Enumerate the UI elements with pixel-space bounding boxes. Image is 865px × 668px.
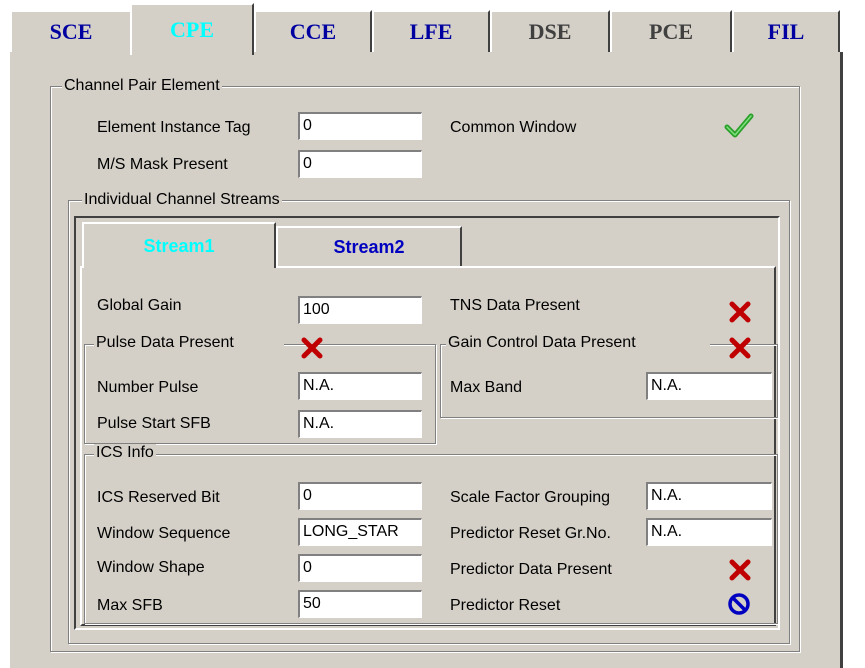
max-band-field[interactable]: N.A. — [645, 371, 773, 401]
checkmark-icon — [724, 113, 754, 138]
number-pulse-label: Number Pulse — [97, 379, 199, 396]
ics-info-title: ICS Info — [94, 444, 156, 462]
max-sfb-label: Max SFB — [97, 597, 163, 614]
element-instance-tag-field[interactable]: 0 — [297, 111, 423, 141]
tab-pce[interactable]: PCE — [610, 10, 732, 52]
global-gain-field[interactable]: 100 — [297, 295, 423, 325]
tns-data-present-label: TNS Data Present — [450, 297, 580, 314]
common-window-label: Common Window — [450, 119, 577, 136]
cross-icon — [301, 337, 323, 359]
predictor-reset-gr-no-field[interactable]: N.A. — [645, 517, 773, 547]
channel-pair-element-title: Channel Pair Element — [62, 77, 222, 95]
number-pulse-field[interactable]: N.A. — [297, 371, 423, 401]
no-entry-icon — [728, 593, 750, 615]
element-tab-bar: SCE CPE CCE LFE DSE PCE FIL — [0, 0, 865, 60]
window-shape-label: Window Shape — [97, 559, 205, 576]
tab-stream2[interactable]: Stream2 — [276, 226, 462, 266]
gain-control-data-present-title: Gain Control Data Present — [446, 334, 710, 352]
scale-factor-grouping-label: Scale Factor Grouping — [450, 489, 611, 506]
predictor-reset-gr-no-label: Predictor Reset Gr.No. — [450, 525, 611, 542]
predictor-reset-label: Predictor Reset — [450, 597, 561, 614]
max-sfb-field[interactable]: 50 — [297, 589, 423, 619]
tab-sce[interactable]: SCE — [10, 10, 132, 52]
panel-edge — [840, 52, 843, 668]
predictor-data-present-label: Predictor Data Present — [450, 561, 612, 578]
ics-reserved-bit-label: ICS Reserved Bit — [97, 489, 220, 506]
pulse-data-present-title: Pulse Data Present — [94, 334, 284, 352]
max-band-label: Max Band — [450, 379, 523, 396]
tab-lfe[interactable]: LFE — [372, 10, 490, 52]
cross-icon — [729, 559, 751, 581]
pulse-start-sfb-label: Pulse Start SFB — [97, 415, 211, 432]
cross-icon — [729, 337, 751, 359]
scale-factor-grouping-field[interactable]: N.A. — [645, 481, 773, 511]
tab-fil[interactable]: FIL — [732, 10, 840, 52]
window-shape-field[interactable]: 0 — [297, 553, 423, 583]
pulse-start-sfb-field[interactable]: N.A. — [297, 409, 423, 439]
ms-mask-present-field[interactable]: 0 — [297, 149, 423, 179]
individual-channel-streams-title: Individual Channel Streams — [82, 191, 282, 209]
ics-reserved-bit-field[interactable]: 0 — [297, 481, 423, 511]
global-gain-label: Global Gain — [97, 297, 182, 314]
element-instance-tag-label: Element Instance Tag — [97, 119, 251, 136]
ms-mask-present-label: M/S Mask Present — [97, 156, 228, 173]
tab-dse[interactable]: DSE — [490, 10, 610, 52]
tab-stream1[interactable]: Stream1 — [82, 222, 276, 268]
tab-cpe[interactable]: CPE — [130, 3, 254, 55]
window-sequence-label: Window Sequence — [97, 525, 231, 542]
tab-cce[interactable]: CCE — [254, 10, 372, 52]
window-sequence-field[interactable]: LONG_STAR — [297, 517, 423, 547]
cross-icon — [729, 301, 751, 323]
